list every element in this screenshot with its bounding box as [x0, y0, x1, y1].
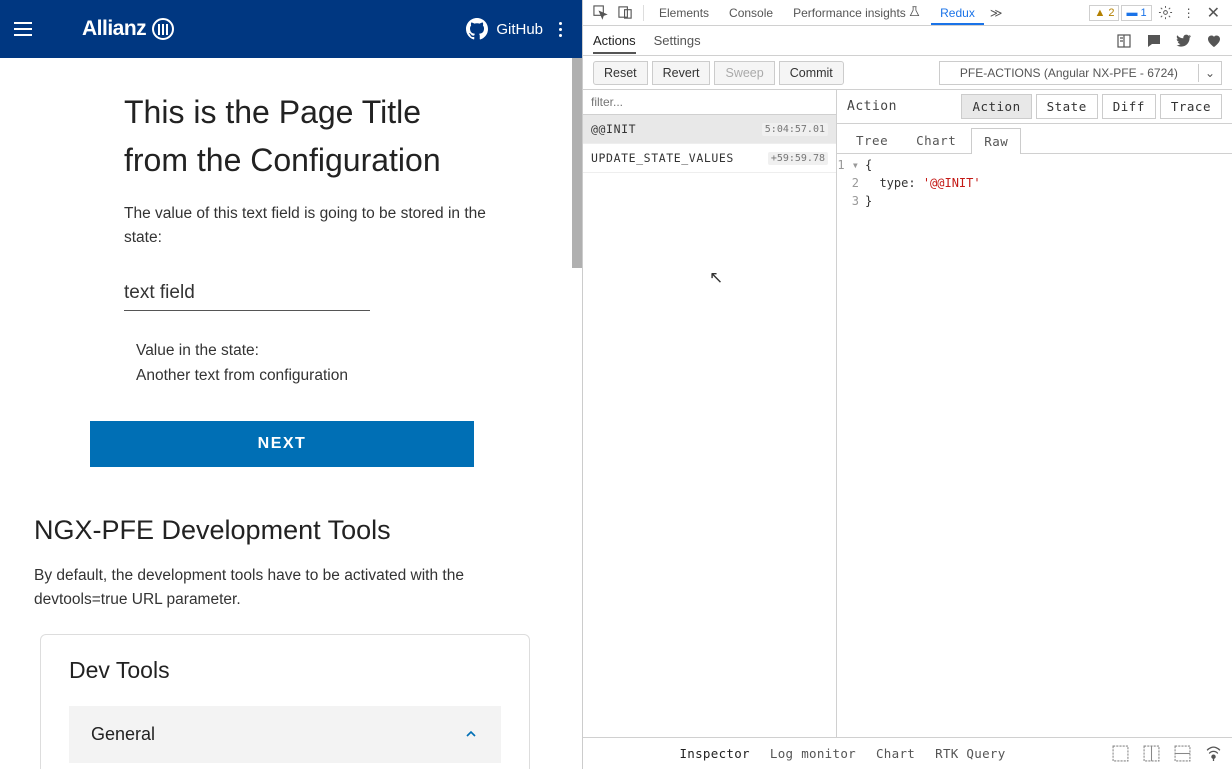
github-link[interactable]: GitHub: [466, 18, 543, 40]
tab-elements[interactable]: Elements: [650, 1, 718, 25]
device-toggle-icon[interactable]: [614, 2, 637, 23]
logo-icon: [152, 18, 174, 40]
state-extra: Another text from configuration: [136, 364, 492, 389]
heart-icon[interactable]: [1206, 33, 1222, 49]
scrollbar-thumb[interactable]: [572, 58, 582, 268]
field-description: The value of this text field is going to…: [124, 202, 492, 250]
view-chart[interactable]: Chart: [903, 127, 969, 153]
inspector-label: Action: [847, 99, 897, 114]
book-icon[interactable]: [1116, 33, 1132, 49]
redux-tab-settings[interactable]: Settings: [654, 27, 701, 54]
warnings-badge[interactable]: ▲2: [1089, 5, 1119, 21]
line-gutter: 1 ▾23: [837, 156, 865, 737]
devtools-top-bar: Elements Console Performance insights Re…: [583, 0, 1232, 26]
chat-icon[interactable]: [1146, 33, 1162, 49]
action-time: +59:59.78: [768, 152, 828, 165]
text-field-input[interactable]: [124, 276, 370, 311]
sweep-button[interactable]: Sweep: [714, 61, 774, 85]
tools-title: NGX-PFE Development Tools: [34, 515, 492, 546]
chevron-down-icon: ⌄: [1198, 64, 1221, 82]
view-raw[interactable]: Raw: [971, 128, 1021, 154]
allianz-logo: Allianz: [82, 17, 174, 41]
tab-redux[interactable]: Redux: [931, 1, 984, 25]
filter-input[interactable]: [583, 90, 836, 114]
accordion-label: General: [91, 724, 155, 745]
broadcast-icon[interactable]: [1205, 745, 1222, 762]
layout-icon-3[interactable]: [1174, 745, 1191, 762]
chrome-devtools: Elements Console Performance insights Re…: [582, 0, 1232, 769]
next-button[interactable]: NEXT: [90, 421, 474, 467]
tab-performance-insights[interactable]: Performance insights: [784, 1, 929, 25]
settings-gear-icon[interactable]: [1154, 2, 1177, 23]
redux-tab-actions[interactable]: Actions: [593, 27, 636, 54]
kebab-menu-icon[interactable]: [553, 16, 568, 43]
layout-icon-2[interactable]: [1143, 745, 1160, 762]
instance-name: PFE-ACTIONS (Angular NX-PFE - 6724): [940, 62, 1198, 84]
action-list: @@INIT 5:04:57.01 UPDATE_STATE_VALUES +59:5…: [583, 90, 837, 737]
code-line: }: [865, 192, 981, 210]
state-label: Value in the state:: [136, 339, 492, 364]
action-name: UPDATE_STATE_VALUES: [591, 151, 734, 165]
view-tree[interactable]: Tree: [843, 127, 901, 153]
code-line: {: [865, 156, 981, 174]
code-view: 1 ▾23 { type: '@@INIT' }: [837, 154, 1232, 737]
flask-icon: [909, 6, 920, 17]
inspect-element-icon[interactable]: [589, 2, 612, 23]
menu-icon[interactable]: [14, 22, 42, 36]
tools-description: By default, the development tools have t…: [34, 564, 492, 612]
instance-selector[interactable]: PFE-ACTIONS (Angular NX-PFE - 6724) ⌄: [939, 61, 1222, 85]
seg-diff[interactable]: Diff: [1102, 94, 1156, 119]
revert-button[interactable]: Revert: [652, 61, 711, 85]
redux-tab-bar: Actions Settings: [583, 26, 1232, 56]
chevron-up-icon: [463, 726, 479, 742]
layout-icon-1[interactable]: [1112, 745, 1129, 762]
bottom-rtk-query[interactable]: RTK Query: [935, 746, 1005, 761]
panel-title: Dev Tools: [69, 657, 501, 684]
inspector-pane: Action Action State Diff Trace Tree Char…: [837, 90, 1232, 737]
redux-bottom-bar: Inspector Log monitor Chart RTK Query: [583, 737, 1232, 769]
close-icon[interactable]: ✕: [1201, 3, 1226, 23]
seg-trace[interactable]: Trace: [1160, 94, 1222, 119]
reset-button[interactable]: Reset: [593, 61, 648, 85]
bottom-inspector[interactable]: Inspector: [679, 746, 749, 761]
action-row[interactable]: @@INIT 5:04:57.01: [583, 115, 836, 144]
redux-toolbar: Reset Revert Sweep Commit PFE-ACTIONS (A…: [583, 56, 1232, 90]
logo-text: Allianz: [82, 17, 146, 41]
seg-action[interactable]: Action: [961, 94, 1031, 119]
twitter-icon[interactable]: [1176, 33, 1192, 49]
tab-console[interactable]: Console: [720, 1, 782, 25]
action-time: 5:04:57.01: [762, 123, 828, 136]
kebab-icon[interactable]: ⋮: [1179, 3, 1199, 23]
accordion-general[interactable]: General: [69, 706, 501, 763]
issues-badge[interactable]: ▬1: [1121, 5, 1151, 21]
seg-state[interactable]: State: [1036, 94, 1098, 119]
app-body: This is the Page Title from the Configur…: [0, 58, 582, 769]
dev-tools-panel: Dev Tools General State Storage: [40, 634, 530, 769]
bottom-chart[interactable]: Chart: [876, 746, 915, 761]
state-display: Value in the state: Another text from co…: [136, 339, 492, 389]
code-line: type: '@@INIT': [865, 174, 981, 192]
more-tabs-icon[interactable]: ≫: [986, 6, 1007, 20]
action-name: @@INIT: [591, 122, 636, 136]
bottom-log-monitor[interactable]: Log monitor: [770, 746, 856, 761]
commit-button[interactable]: Commit: [779, 61, 844, 85]
action-row[interactable]: UPDATE_STATE_VALUES +59:59.78: [583, 144, 836, 173]
app-header: Allianz GitHub: [0, 0, 582, 58]
github-label: GitHub: [496, 21, 543, 38]
page-title: This is the Page Title from the Configur…: [124, 88, 492, 184]
github-icon: [466, 18, 488, 40]
